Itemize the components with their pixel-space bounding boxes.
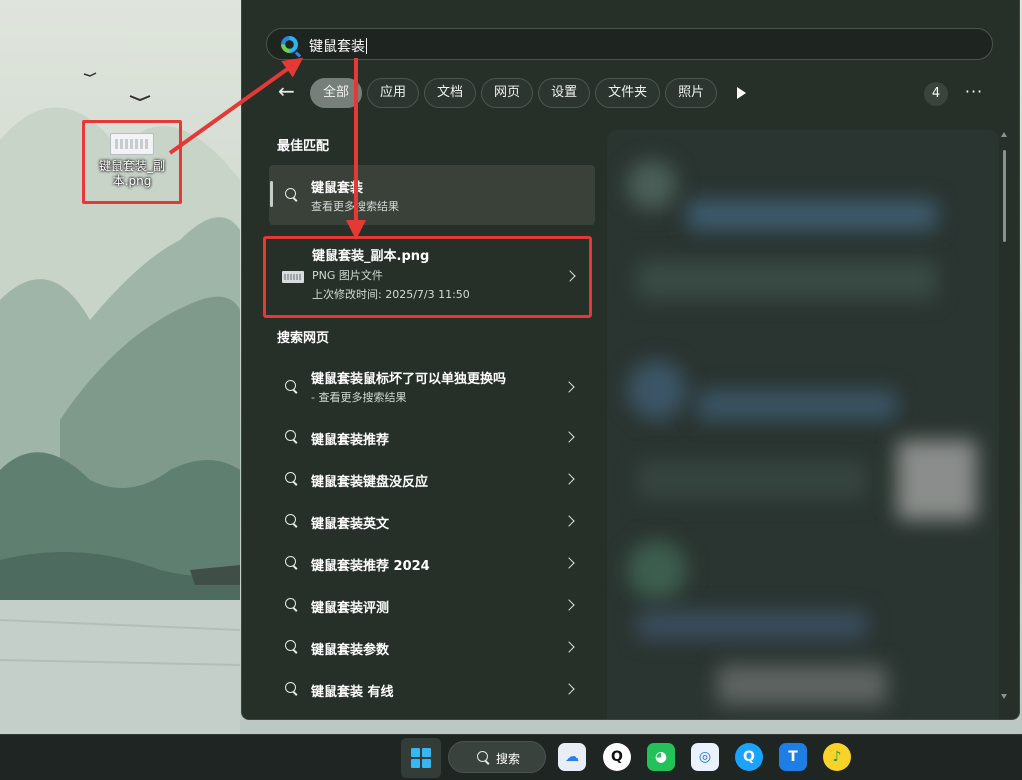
chevron-right-icon[interactable] xyxy=(563,599,575,611)
back-arrow-icon[interactable]: ← xyxy=(278,80,300,104)
scrollbar-thumb[interactable] xyxy=(1003,150,1006,242)
chevron-right-icon[interactable] xyxy=(563,557,575,569)
chevron-right-icon[interactable] xyxy=(563,683,575,695)
chevron-right-icon[interactable] xyxy=(563,381,575,393)
more-options-icon[interactable]: ··· xyxy=(962,82,986,106)
search-icon xyxy=(285,514,299,528)
web-result-title: 键鼠套装推荐 2024 xyxy=(311,559,430,574)
tab-apps[interactable]: 应用 xyxy=(367,78,420,108)
tab-settings[interactable]: 设置 xyxy=(538,78,591,108)
search-icon xyxy=(285,598,299,612)
web-result-item[interactable]: 键鼠套装参数 xyxy=(269,626,595,668)
windows-logo-icon xyxy=(411,759,420,768)
web-result-title: 键鼠套装鼠标坏了可以单独更换吗 xyxy=(311,372,507,387)
search-icon xyxy=(285,640,299,654)
chevron-right-icon[interactable] xyxy=(563,515,575,527)
tab-folders[interactable]: 文件夹 xyxy=(595,78,661,108)
file-result-title: 键鼠套装_副本.png xyxy=(312,249,430,264)
windows-logo-icon xyxy=(422,759,431,768)
web-result-subtitle: - 查看更多搜索结果 xyxy=(311,391,407,404)
search-panel: 键鼠套装 ← 全部 应用 文档 网页 设置 文件夹 照片 4 ··· 最佳匹配 … xyxy=(241,0,1020,720)
search-box[interactable]: 键鼠套装 xyxy=(266,28,993,60)
best-match-heading: 最佳匹配 xyxy=(277,139,330,154)
selection-indicator xyxy=(270,181,273,207)
rewards-count-badge[interactable]: 4 xyxy=(924,82,948,106)
tencent-meeting-icon[interactable]: ◎ xyxy=(691,743,719,771)
web-result-title: 键鼠套装推荐 xyxy=(311,433,390,448)
search-query-text: 键鼠套装 xyxy=(309,39,365,55)
baidu-netdisk-icon[interactable]: ☁ xyxy=(558,743,586,771)
windows-logo-icon xyxy=(411,748,420,757)
search-icon xyxy=(285,188,299,202)
tab-web[interactable]: 网页 xyxy=(481,78,534,108)
web-result-item[interactable]: 键鼠套装键盘没反应 xyxy=(269,458,595,500)
chevron-right-icon[interactable] xyxy=(564,270,576,282)
search-icon xyxy=(285,430,299,444)
quark-browser-icon[interactable]: Q xyxy=(735,743,763,771)
image-file-icon xyxy=(282,271,304,283)
search-icon xyxy=(285,380,299,394)
task-app-icon[interactable]: T xyxy=(779,743,807,771)
windows-logo-icon xyxy=(422,748,431,757)
search-icon xyxy=(285,556,299,570)
tab-photos[interactable]: 照片 xyxy=(665,78,718,108)
more-filters-play-icon[interactable] xyxy=(734,84,750,102)
search-input[interactable]: 键鼠套装 xyxy=(309,36,367,56)
desktop-file-label: 键鼠套装_副本.png xyxy=(98,159,165,188)
chevron-right-icon[interactable] xyxy=(563,431,575,443)
web-result-item[interactable]: 键鼠套装英文 xyxy=(269,500,595,542)
qq-icon[interactable]: Q xyxy=(603,743,631,771)
scroll-up-arrow-icon[interactable] xyxy=(1001,132,1007,137)
web-result-item[interactable]: 键鼠套装评测 xyxy=(269,584,595,626)
scroll-down-arrow-icon[interactable] xyxy=(1001,694,1007,699)
file-result-modified: 上次修改时间: 2025/7/3 11:50 xyxy=(312,288,470,301)
web-result-title: 键鼠套装参数 xyxy=(311,643,390,658)
web-result-item[interactable]: 键鼠套装 有线 xyxy=(269,668,595,710)
web-result-title: 键鼠套装英文 xyxy=(311,517,390,532)
desktop-file-icon[interactable]: 键鼠套装_副本.png xyxy=(82,120,182,204)
search-icon xyxy=(285,682,299,696)
file-result-type: PNG 图片文件 xyxy=(312,269,383,282)
keyboard-thumbnail-icon xyxy=(110,133,154,155)
chevron-right-icon[interactable] xyxy=(563,473,575,485)
web-result-title: 键鼠套装 有线 xyxy=(311,685,394,700)
web-result-title: 键鼠套装键盘没反应 xyxy=(311,475,429,490)
web-result-item[interactable]: 键鼠套装鼠标坏了可以单独更换吗 - 查看更多搜索结果 xyxy=(269,364,595,410)
search-icon xyxy=(285,472,299,486)
filter-chips: 全部 应用 文档 网页 设置 文件夹 照片 xyxy=(310,78,718,108)
file-result-item[interactable]: 键鼠套装_副本.png PNG 图片文件 上次修改时间: 2025/7/3 11… xyxy=(263,236,592,318)
text-caret xyxy=(366,38,367,54)
best-match-subtitle: 查看更多搜索结果 xyxy=(311,200,399,213)
web-search-heading: 搜索网页 xyxy=(277,331,330,346)
qq-music-icon[interactable]: ♪ xyxy=(823,743,851,771)
preview-pane-blurred xyxy=(607,130,999,719)
web-result-title: 键鼠套装评测 xyxy=(311,601,390,616)
search-icon xyxy=(477,751,491,765)
search-logo-icon xyxy=(281,36,298,53)
web-result-item[interactable]: 键鼠套装推荐 xyxy=(269,416,595,458)
wechat-icon[interactable]: ◕ xyxy=(647,743,675,771)
tab-documents[interactable]: 文档 xyxy=(424,78,477,108)
best-match-item[interactable]: 键鼠套装 查看更多搜索结果 xyxy=(269,165,595,225)
taskbar-search-label: 搜索 xyxy=(496,752,521,766)
chevron-right-icon[interactable] xyxy=(563,641,575,653)
web-result-item[interactable]: 键鼠套装推荐 2024 xyxy=(269,542,595,584)
best-match-title: 键鼠套装 xyxy=(311,181,364,196)
taskbar-search-button[interactable]: 搜索 xyxy=(448,741,546,773)
tab-all[interactable]: 全部 xyxy=(310,78,363,108)
start-button[interactable] xyxy=(401,738,441,778)
taskbar: 搜索 ☁ Q ◕ ◎ Q T ♪ xyxy=(0,734,1022,780)
